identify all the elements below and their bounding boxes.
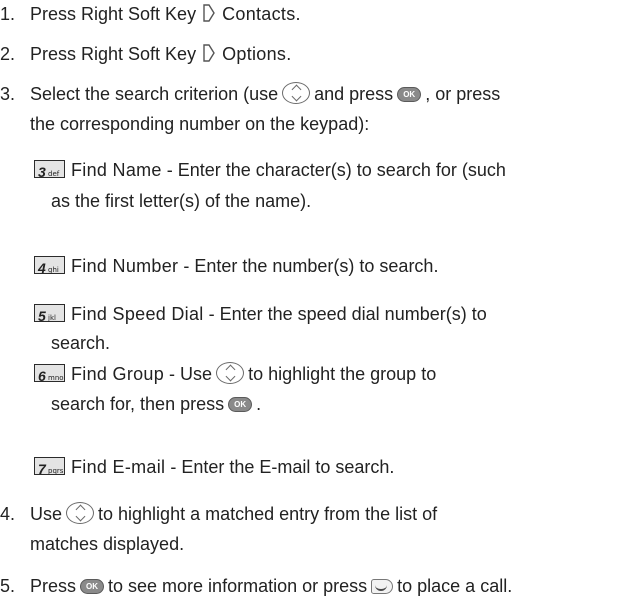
period: . (295, 4, 301, 24)
option-find-speed-dial: 5 jkl Find Speed Dial - Enter the speed di… (34, 302, 487, 326)
option-desc: - Enter the number(s) to search. (178, 256, 439, 276)
key-4-icon: 4 ghi (34, 256, 65, 276)
option-find-group-desc-2: search for, then press OK. (51, 392, 261, 416)
step-text: Select the search criterion (use (30, 84, 279, 104)
option-desc: - Enter the speed dial number(s) to (203, 304, 487, 324)
option-find-name-desc-2: as the first letter(s) of the name). (51, 191, 312, 211)
option-find-name: 3 def Find Name - Enter the character(s) t… (34, 158, 506, 182)
navigation-key-icon (216, 362, 245, 385)
right-soft-key-icon (203, 4, 215, 22)
option-find-number: 4 ghi Find Number - Enter the number(s) to… (34, 254, 438, 278)
step-number: 1. (0, 4, 16, 24)
right-soft-key-icon (203, 44, 215, 62)
menu-item-options: Options (222, 44, 287, 64)
step-number: 3. (0, 84, 16, 104)
ok-key-icon: OK (228, 396, 253, 412)
key-6-icon: 6 mno (34, 364, 65, 384)
ok-key-icon: OK (80, 578, 105, 594)
option-desc: to highlight the group to (248, 364, 437, 384)
option-desc: - Enter the E-mail to search. (165, 457, 395, 477)
key-5-icon: 5 jkl (34, 304, 65, 324)
menu-item-contacts: Contacts (222, 4, 296, 24)
step-text: Press (30, 576, 77, 596)
period: . (256, 394, 262, 414)
step-3-line-2: the corresponding number on the keypad): (30, 114, 370, 134)
ok-key-icon: OK (397, 86, 422, 102)
step-text: Press Right Soft Key (30, 44, 197, 64)
key-3-icon: 3 def (34, 160, 65, 180)
period: . (286, 44, 292, 64)
option-desc: search for, then press (51, 394, 225, 414)
send-key-icon (371, 578, 394, 594)
step-text: and press (314, 84, 394, 104)
option-title: Find Number (71, 256, 179, 276)
option-find-speed-dial-desc-2: search. (51, 333, 111, 353)
manual-page: 1. Press Right Soft Key Contacts. 2. Pres… (0, 0, 629, 603)
step-text: , or press (425, 84, 501, 104)
navigation-key-icon (66, 502, 95, 525)
step-text: to place a call. (397, 576, 513, 596)
step-number: 4. (0, 504, 16, 524)
navigation-key-icon (282, 82, 311, 105)
step-number: 2. (0, 44, 16, 64)
step-text: Use (30, 504, 63, 524)
option-find-email: 7 pqrs Find E-mail - Enter the E-mail to s… (34, 455, 394, 479)
option-title: Find Speed Dial (71, 304, 204, 324)
step-text: to see more information or press (108, 576, 368, 596)
option-title: Find Group (71, 364, 165, 384)
option-desc: - Use (164, 364, 213, 384)
step-number: 5. (0, 576, 16, 596)
option-desc: - Enter the character(s) to search for (… (161, 160, 506, 180)
option-title: Find Name (71, 160, 162, 180)
step-4-line-2: matches displayed. (30, 534, 185, 554)
step-text: Press Right Soft Key (30, 4, 197, 24)
option-title: Find E-mail (71, 457, 166, 477)
key-7-icon: 7 pqrs (34, 457, 65, 477)
option-find-group: 6 mno Find Group - Use to highlight the gro… (34, 362, 436, 386)
step-text: to highlight a matched entry from the li… (98, 504, 438, 524)
